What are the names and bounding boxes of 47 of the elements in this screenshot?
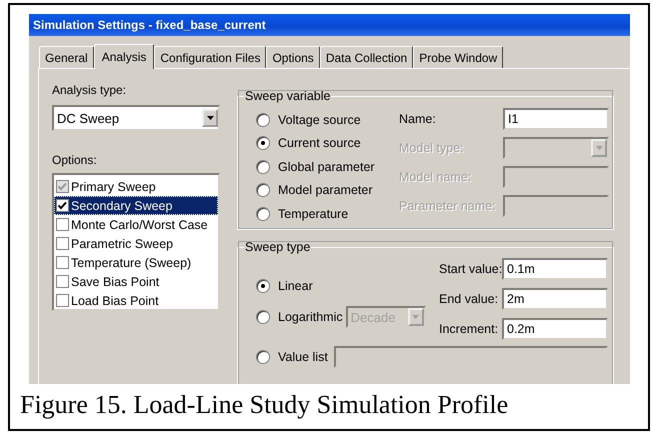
analysis-type-label: Analysis type:: [52, 83, 128, 97]
radio-option[interactable]: Voltage source: [256, 108, 399, 132]
window-title: Simulation Settings - fixed_base_current: [33, 18, 266, 32]
radio-button[interactable]: [256, 112, 270, 127]
field-label: Start value:: [439, 262, 502, 276]
option-item[interactable]: Save Bias Point: [54, 272, 218, 291]
option-item[interactable]: Secondary Sweep: [54, 196, 218, 215]
figure-caption: Figure 15. Load-Line Study Simulation Profile: [20, 389, 510, 421]
tab[interactable]: Probe Window: [413, 46, 504, 68]
radio-button[interactable]: [256, 206, 270, 221]
options-label: Options:: [52, 153, 98, 167]
tab[interactable]: Analysis: [94, 44, 154, 69]
checkbox[interactable]: [56, 294, 69, 307]
option-item[interactable]: Monte Carlo/Worst Case: [54, 215, 218, 234]
checkbox[interactable]: [56, 199, 69, 212]
field-label: End value:: [439, 292, 500, 306]
checkbox[interactable]: [56, 275, 69, 288]
tab[interactable]: Options: [266, 46, 320, 68]
radio-option[interactable]: Model parameter: [256, 178, 399, 202]
tab[interactable]: Configuration Files: [154, 46, 266, 68]
option-item[interactable]: Parametric Sweep: [54, 234, 218, 253]
checkbox[interactable]: [56, 256, 69, 269]
checkbox[interactable]: [56, 237, 69, 250]
field-label: Increment:: [439, 322, 500, 336]
input-field[interactable]: 2m: [502, 288, 608, 310]
group-title: Sweep type: [244, 240, 312, 254]
radio-option[interactable]: Linear: [256, 274, 313, 298]
radio-button[interactable]: [256, 310, 270, 324]
radio-button[interactable]: [256, 183, 270, 198]
field-label: Name:: [399, 112, 437, 126]
tab[interactable]: Data Collection: [320, 46, 414, 68]
radio-option[interactable]: Logarithmic: [256, 305, 343, 329]
checkbox[interactable]: [56, 218, 69, 231]
radio-button[interactable]: [256, 160, 270, 174]
option-item[interactable]: Temperature (Sweep): [54, 253, 218, 272]
option-item[interactable]: Load Bias Point: [54, 291, 218, 310]
radio-button[interactable]: [256, 279, 270, 293]
input-field[interactable]: 0.1m: [502, 258, 608, 280]
radio-button[interactable]: [256, 136, 270, 150]
analysis-type-dropdown[interactable]: DC Sweep: [52, 105, 220, 131]
radio-option[interactable]: Current source: [256, 132, 399, 155]
input-field[interactable]: I1: [503, 108, 609, 130]
group-title: Sweep variable: [244, 89, 332, 103]
tab[interactable]: General: [39, 46, 94, 68]
input-field[interactable]: 0.2m: [502, 318, 608, 340]
radio-option[interactable]: Temperature: [256, 202, 399, 226]
radio-option[interactable]: Global parameter: [256, 155, 399, 178]
